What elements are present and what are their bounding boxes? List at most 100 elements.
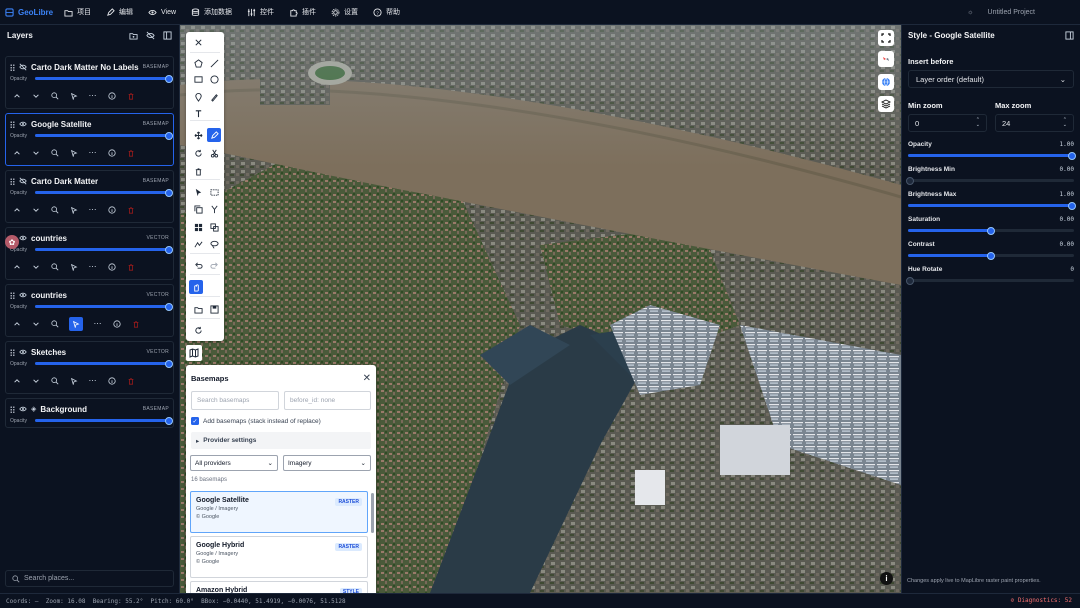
reset-icon[interactable] xyxy=(191,323,205,337)
layer-opacity-slider[interactable] xyxy=(35,245,173,254)
polygon-icon[interactable] xyxy=(191,56,205,70)
rotate-icon[interactable] xyxy=(191,146,205,160)
category-select[interactable]: Imagery ⌄ xyxy=(283,455,371,471)
zoom-to-layer-icon[interactable] xyxy=(50,376,59,385)
basemap-card[interactable]: Google Satellite Google / Imagery © Google… xyxy=(190,491,368,533)
more-options-icon[interactable]: ⋯ xyxy=(88,262,97,271)
rectangle-icon[interactable] xyxy=(191,72,205,86)
delete-layer-icon[interactable] xyxy=(126,91,135,100)
before-id-input[interactable]: before_id: none xyxy=(284,391,371,410)
union-icon[interactable] xyxy=(207,220,221,234)
stepper-icon[interactable]: ⌃ ⌄ xyxy=(1063,118,1067,128)
layer-opacity-slider[interactable] xyxy=(35,74,173,83)
layer-info-icon[interactable] xyxy=(107,148,116,157)
trash-icon[interactable] xyxy=(191,164,205,178)
drag-handle-icon[interactable] xyxy=(10,405,15,413)
more-options-icon[interactable]: ⋯ xyxy=(88,91,97,100)
lasso-icon[interactable] xyxy=(207,237,221,251)
chevron-up-icon[interactable] xyxy=(12,205,21,214)
layer-card[interactable]: ◈ Background BASEMAP Opacity xyxy=(5,398,174,428)
move-icon[interactable] xyxy=(191,128,205,142)
layer-info-icon[interactable] xyxy=(107,376,116,385)
add-folder-icon[interactable] xyxy=(129,31,138,40)
drag-handle-icon[interactable] xyxy=(10,120,15,128)
eye-icon[interactable] xyxy=(19,405,27,413)
freehand-icon[interactable] xyxy=(207,90,221,104)
style-slider[interactable] xyxy=(908,226,1074,235)
chevron-down-icon[interactable] xyxy=(31,148,40,157)
close-icon[interactable]: ✕ xyxy=(363,373,371,384)
delete-layer-icon[interactable] xyxy=(126,376,135,385)
redo-icon[interactable] xyxy=(207,258,221,272)
delete-layer-icon[interactable] xyxy=(131,319,140,328)
box-select-icon[interactable] xyxy=(207,185,221,199)
eye-icon[interactable] xyxy=(19,348,27,356)
close-icon[interactable] xyxy=(191,35,205,49)
layer-opacity-slider[interactable] xyxy=(35,359,173,368)
edit-features-icon[interactable] xyxy=(69,205,78,214)
layer-card[interactable]: countries VECTOR Opacity ⋯ xyxy=(5,227,174,280)
undo-icon[interactable] xyxy=(191,258,205,272)
layers-control-button[interactable] xyxy=(878,96,894,112)
basemap-list-scrollbar[interactable] xyxy=(371,493,374,533)
eye-icon[interactable] xyxy=(19,120,27,128)
attribution-info-button[interactable]: i xyxy=(880,572,893,585)
edit-features-icon[interactable] xyxy=(69,262,78,271)
chevron-down-icon[interactable] xyxy=(31,319,40,328)
pan-hand-icon[interactable] xyxy=(189,280,203,294)
eye-icon[interactable] xyxy=(19,234,27,242)
eye-off-icon[interactable] xyxy=(19,63,27,71)
eye-off-icon[interactable] xyxy=(19,177,27,185)
edit-pen-icon[interactable] xyxy=(207,128,221,142)
min-zoom-input[interactable]: 0 ⌃ ⌄ xyxy=(908,114,987,132)
layer-opacity-slider[interactable] xyxy=(35,131,173,140)
menu-item-3[interactable]: 添加数据 xyxy=(191,7,232,17)
line-icon[interactable] xyxy=(207,56,221,70)
hide-all-icon[interactable] xyxy=(146,31,155,40)
layer-card[interactable]: Google Satellite BASEMAP Opacity ⋯ xyxy=(5,113,174,166)
layer-info-icon[interactable] xyxy=(107,91,116,100)
zoom-to-layer-icon[interactable] xyxy=(50,205,59,214)
basemap-search-input[interactable]: Search basemaps xyxy=(191,391,279,410)
circle-icon[interactable] xyxy=(207,72,221,86)
menu-item-0[interactable]: 项目 xyxy=(64,7,91,17)
stepper-icon[interactable]: ⌃ ⌄ xyxy=(976,118,980,128)
zoom-to-layer-icon[interactable] xyxy=(50,262,59,271)
delete-layer-icon[interactable] xyxy=(126,148,135,157)
chevron-up-icon[interactable] xyxy=(12,262,21,271)
zoom-to-layer-icon[interactable] xyxy=(50,91,59,100)
layer-card[interactable]: Sketches VECTOR Opacity ⋯ xyxy=(5,341,174,394)
search-places-input[interactable]: Search places... xyxy=(5,570,174,587)
floating-action-button[interactable]: ✿ xyxy=(5,235,19,249)
layer-info-icon[interactable] xyxy=(107,205,116,214)
style-slider[interactable] xyxy=(908,201,1076,210)
chevron-up-icon[interactable] xyxy=(12,376,21,385)
zoom-to-layer-icon[interactable] xyxy=(50,319,59,328)
menu-item-7[interactable]: ? 帮助 xyxy=(373,7,400,17)
menu-item-4[interactable]: 控件 xyxy=(247,7,274,17)
layer-card[interactable]: Carto Dark Matter BASEMAP Opacity ⋯ xyxy=(5,170,174,223)
basemap-card[interactable]: Amazon Hybrid STYLE xyxy=(190,581,368,593)
scissors-icon[interactable] xyxy=(207,146,221,160)
text-icon[interactable] xyxy=(191,106,205,120)
simplify-icon[interactable] xyxy=(191,237,205,251)
drag-handle-icon[interactable] xyxy=(10,63,15,71)
edit-features-icon[interactable] xyxy=(69,148,78,157)
marker-icon[interactable] xyxy=(191,90,205,104)
chevron-down-icon[interactable] xyxy=(31,205,40,214)
provider-select[interactable]: All providers ⌄ xyxy=(190,455,278,471)
style-slider[interactable] xyxy=(906,176,1074,185)
style-slider[interactable] xyxy=(908,251,1074,260)
chevron-up-icon[interactable] xyxy=(12,319,21,328)
more-options-icon[interactable]: ⋯ xyxy=(88,148,97,157)
grid-icon[interactable] xyxy=(191,220,205,234)
edit-features-icon[interactable] xyxy=(69,316,83,331)
collapse-panel-icon[interactable] xyxy=(1065,31,1074,40)
chevron-down-icon[interactable] xyxy=(31,91,40,100)
more-options-icon[interactable]: ⋯ xyxy=(88,205,97,214)
max-zoom-input[interactable]: 24 ⌃ ⌄ xyxy=(995,114,1074,132)
delete-layer-icon[interactable] xyxy=(126,262,135,271)
chevron-down-icon[interactable] xyxy=(31,262,40,271)
project-title[interactable]: Untitled Project xyxy=(988,9,1035,16)
menu-item-5[interactable]: 插件 xyxy=(289,7,316,17)
